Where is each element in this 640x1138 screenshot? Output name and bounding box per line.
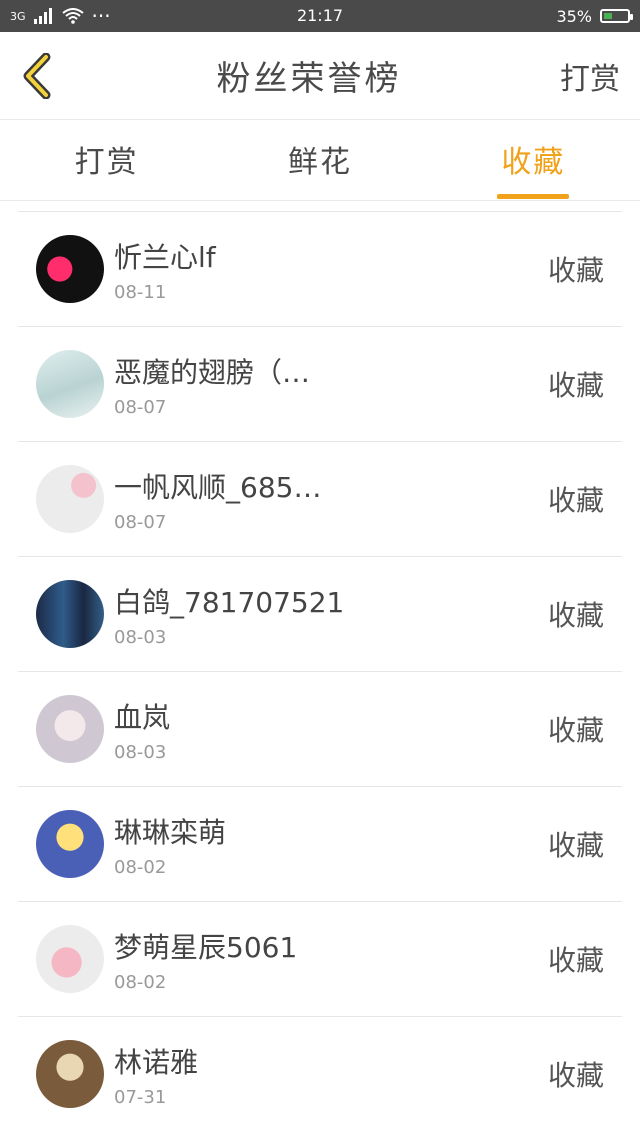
item-date: 08-07 xyxy=(114,396,167,418)
list-item[interactable]: 林诺雅 07-31 收藏 xyxy=(18,1016,622,1131)
reward-button[interactable]: 打赏 xyxy=(560,54,620,98)
battery-fill xyxy=(604,13,612,19)
item-action: 收藏 xyxy=(547,714,604,747)
list-item[interactable]: 琳琳栾萌 08-02 收藏 xyxy=(18,786,622,901)
wifi-icon xyxy=(61,8,84,24)
item-date: 08-03 xyxy=(114,626,167,648)
fan-list: 忻兰心lf 08-11 收藏 恶魔的翅膀（… 08-07 收藏 一帆风顺_685… xyxy=(0,201,640,1131)
signal-icon xyxy=(33,8,52,24)
girl-white-avatar xyxy=(36,350,104,418)
item-name: 恶魔的翅膀（… xyxy=(114,355,311,389)
heart-avatar xyxy=(36,235,104,303)
tab-flowers[interactable]: 鲜花 xyxy=(260,127,380,193)
item-date: 08-03 xyxy=(114,741,167,763)
item-action: 收藏 xyxy=(547,944,604,977)
list-item[interactable]: 恶魔的翅膀（… 08-07 收藏 xyxy=(18,326,622,441)
anime-girl-avatar xyxy=(36,695,104,763)
item-action: 收藏 xyxy=(547,1059,604,1092)
item-date: 07-31 xyxy=(114,1086,167,1108)
group-photo-avatar xyxy=(36,580,104,648)
item-action: 收藏 xyxy=(547,599,604,632)
battery-percent: 35% xyxy=(556,6,592,26)
pink-rabbit-avatar xyxy=(36,925,104,993)
item-name: 血岚 xyxy=(114,700,171,734)
chevron-left-icon xyxy=(23,52,51,99)
status-left: 3G ··· xyxy=(10,4,111,28)
network-label: 3G xyxy=(10,9,26,23)
status-bar: 3G ··· 21:17 35% xyxy=(0,0,640,32)
list-item[interactable]: 白鸽_781707521 08-03 收藏 xyxy=(18,556,622,671)
tab-favorites[interactable]: 收藏 xyxy=(473,127,593,193)
list-item[interactable]: 血岚 08-03 收藏 xyxy=(18,671,622,786)
plum-blossom-avatar xyxy=(36,465,104,533)
tab-bar: 打赏 鲜花 收藏 xyxy=(0,120,640,201)
header: 粉丝荣誉榜 打赏 xyxy=(0,32,640,120)
item-name: 忻兰心lf xyxy=(114,240,216,274)
item-action: 收藏 xyxy=(547,484,604,517)
item-name: 梦萌星辰5061 xyxy=(114,930,298,964)
item-name: 琳琳栾萌 xyxy=(114,815,227,849)
battery-icon xyxy=(600,9,633,23)
item-name: 林诺雅 xyxy=(114,1045,199,1079)
list-item[interactable]: 一帆风顺_685… 08-07 收藏 xyxy=(18,441,622,556)
item-date: 08-02 xyxy=(114,971,167,993)
lady-costume-avatar xyxy=(36,1040,104,1108)
page-title: 粉丝荣誉榜 xyxy=(216,59,402,99)
item-date: 08-07 xyxy=(114,511,167,533)
fairy-avatar xyxy=(36,810,104,878)
item-action: 收藏 xyxy=(547,254,604,287)
item-action: 收藏 xyxy=(547,369,604,402)
item-date: 08-11 xyxy=(114,281,167,303)
status-right: 35% xyxy=(556,6,633,26)
back-button[interactable] xyxy=(18,52,58,100)
item-action: 收藏 xyxy=(547,829,604,862)
item-date: 08-02 xyxy=(114,856,167,878)
item-name: 白鸽_781707521 xyxy=(114,585,345,619)
item-name: 一帆风顺_685… xyxy=(114,470,322,504)
list-item[interactable]: 忻兰心lf 08-11 收藏 xyxy=(18,211,622,326)
tab-reward[interactable]: 打赏 xyxy=(47,127,167,193)
more-dots-icon: ··· xyxy=(91,4,111,28)
list-item[interactable]: 梦萌星辰5061 08-02 收藏 xyxy=(18,901,622,1016)
